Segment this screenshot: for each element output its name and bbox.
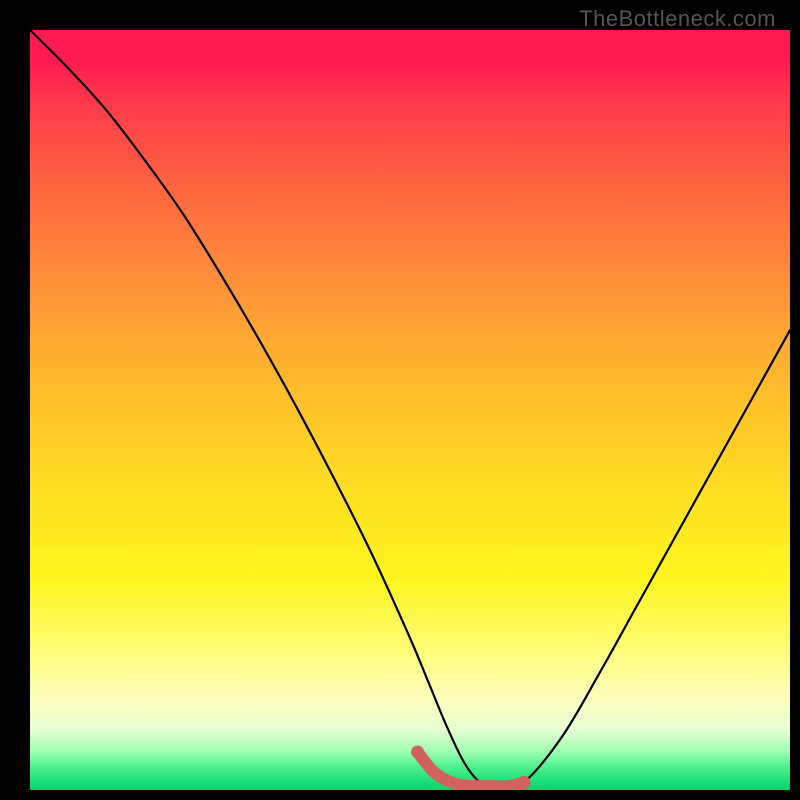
optimal-zone-path bbox=[418, 752, 524, 787]
chart-svg bbox=[30, 30, 790, 790]
optimal-zone-start-dot bbox=[411, 746, 424, 759]
optimal-zone-end-dot bbox=[518, 776, 531, 789]
bottleneck-curve-path bbox=[30, 30, 790, 788]
chart-plot-area bbox=[30, 30, 790, 790]
watermark-text: TheBottleneck.com bbox=[579, 6, 776, 32]
